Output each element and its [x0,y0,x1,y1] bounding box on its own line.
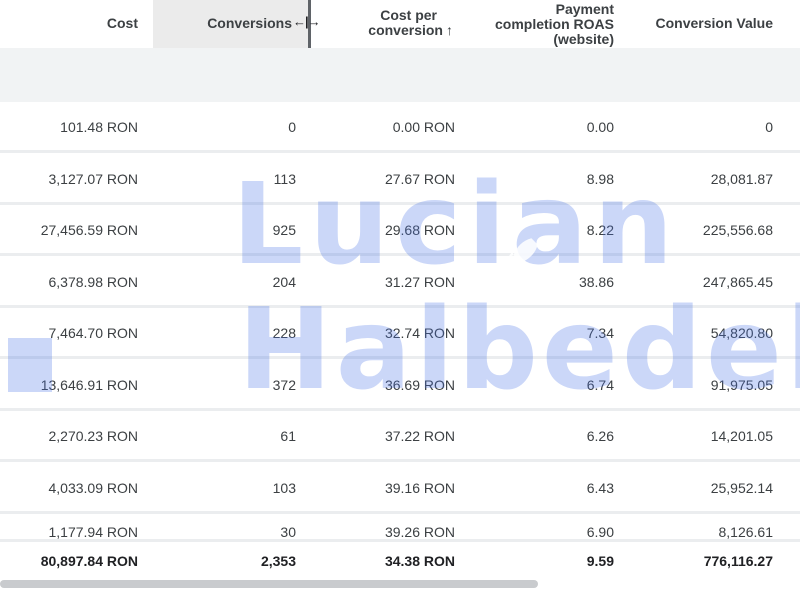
total-cost: 80,897.84 RON [40,553,138,569]
cell-cost: 6,378.98 RON [48,274,139,290]
cell-conversions: 103 [272,480,296,496]
cell-conversions: 0 [288,119,296,135]
cell-conversion-value: 247,865.45 [702,274,773,290]
table-header: Cost Conversions ←|→ Cost per conversion… [0,0,800,48]
cell-conversion-value: 8,126.61 [718,524,774,540]
header-cost-per-conversion[interactable]: Cost per conversion ↑ [368,8,453,38]
cell-conversion-value: 225,556.68 [702,222,773,238]
cell-cost-per-conversion: 39.16 RON [384,480,455,496]
cell-cost: 101.48 RON [60,119,138,135]
header-conversion-value[interactable]: Conversion Value [656,16,773,31]
cell-cost-per-conversion: 39.26 RON [384,524,455,540]
cell-conversion-value: 91,975.05 [710,377,773,393]
cell-cost-per-conversion: 32.74 RON [384,325,455,341]
header-roas[interactable]: Payment completion ROAS (website) [495,2,614,47]
header-roas-line2: completion ROAS [494,16,614,32]
total-row: 80,897.84 RON 2,353 34.38 RON 9.59 776,1… [0,542,800,582]
total-roas: 9.59 [586,553,614,569]
cell-conversions: 925 [272,222,296,238]
header-conversions[interactable]: Conversions [207,16,292,31]
cell-cost: 2,270.23 RON [48,428,139,444]
table-row[interactable]: 3,127.07 RON 113 27.67 RON 8.98 28,081.87 [0,154,800,205]
cell-roas: 7.34 [586,325,614,341]
sort-ascending-icon: ↑ [446,22,453,38]
cell-cost: 1,177.94 RON [48,524,139,540]
cell-conversion-value: 0 [765,119,773,135]
cell-roas: 38.86 [578,274,614,290]
cell-cost-per-conversion: 0.00 RON [392,119,455,135]
total-conversions: 2,353 [260,553,296,569]
cell-cost: 13,646.91 RON [40,377,138,393]
header-roas-line1: Payment [555,1,614,17]
horizontal-scrollbar[interactable] [0,580,538,588]
header-conversion-value-label: Conversion Value [655,15,773,31]
cell-cost-per-conversion: 27.67 RON [384,171,455,187]
cell-roas: 6.43 [586,480,614,496]
cell-conversion-value: 28,081.87 [710,171,773,187]
cell-cost: 3,127.07 RON [48,171,139,187]
table-row[interactable]: 27,456.59 RON 925 29.68 RON 8.22 225,556.68 [0,205,800,256]
table-row[interactable]: 101.48 RON 0 0.00 RON 0.00 0 [0,102,800,153]
cell-conversions: 61 [280,428,296,444]
cell-conversions: 228 [272,325,296,341]
cell-cost-per-conversion: 31.27 RON [384,274,455,290]
cell-conversion-value: 25,952.14 [710,480,773,496]
cell-cost: 4,033.09 RON [48,480,139,496]
cell-cost-per-conversion: 29.68 RON [384,222,455,238]
header-cost-label: Cost [106,15,138,31]
header-cost[interactable]: Cost [107,16,138,31]
cell-conversions: 204 [272,274,296,290]
total-conversion-value: 776,116.27 [703,553,773,569]
table-row[interactable]: 4,033.09 RON 103 39.16 RON 6.43 25,952.14 [0,463,800,514]
header-conversions-label: Conversions [207,15,292,31]
header-cpc-line2: conversion [368,22,443,38]
cell-cost: 27,456.59 RON [40,222,138,238]
cell-cost-per-conversion: 36.69 RON [384,377,455,393]
rocket-icon [507,238,538,269]
table-row[interactable]: 2,270.23 RON 61 37.22 RON 6.26 14,201.05 [0,411,800,462]
cell-roas: 6.90 [586,524,614,540]
table-row[interactable]: 1,177.94 RON 30 39.26 RON 6.90 8,126.61 [0,514,800,542]
header-cpc-line1: Cost per [380,7,437,23]
table-row[interactable]: 7,464.70 RON 228 32.74 RON 7.34 54,820.80 [0,308,800,359]
cell-conversions: 113 [273,171,296,187]
total-cost-per-conversion: 34.38 RON [384,553,455,569]
cell-cost: 7,464.70 RON [48,325,139,341]
cell-roas: 8.98 [586,171,614,187]
cell-roas: 8.22 [586,222,614,238]
table-row[interactable]: 13,646.91 RON 372 36.69 RON 6.74 91,975.05 [0,360,800,411]
watermark-square [8,338,52,392]
cell-conversions: 30 [280,524,296,540]
cell-conversions: 372 [272,377,296,393]
cell-conversion-value: 54,820.80 [710,325,773,341]
cell-conversion-value: 14,201.05 [710,428,773,444]
resize-cursor-icon: ←|→ [293,14,321,29]
header-roas-line3: (website) [553,31,614,47]
cell-roas: 6.26 [586,428,614,444]
cell-cost-per-conversion: 37.22 RON [384,428,455,444]
cell-roas: 6.74 [586,377,614,393]
cell-roas: 0.00 [586,119,614,135]
table-row[interactable]: 6,378.98 RON 204 31.27 RON 38.86 247,865.45 [0,257,800,308]
summary-spacer-row [0,48,800,102]
